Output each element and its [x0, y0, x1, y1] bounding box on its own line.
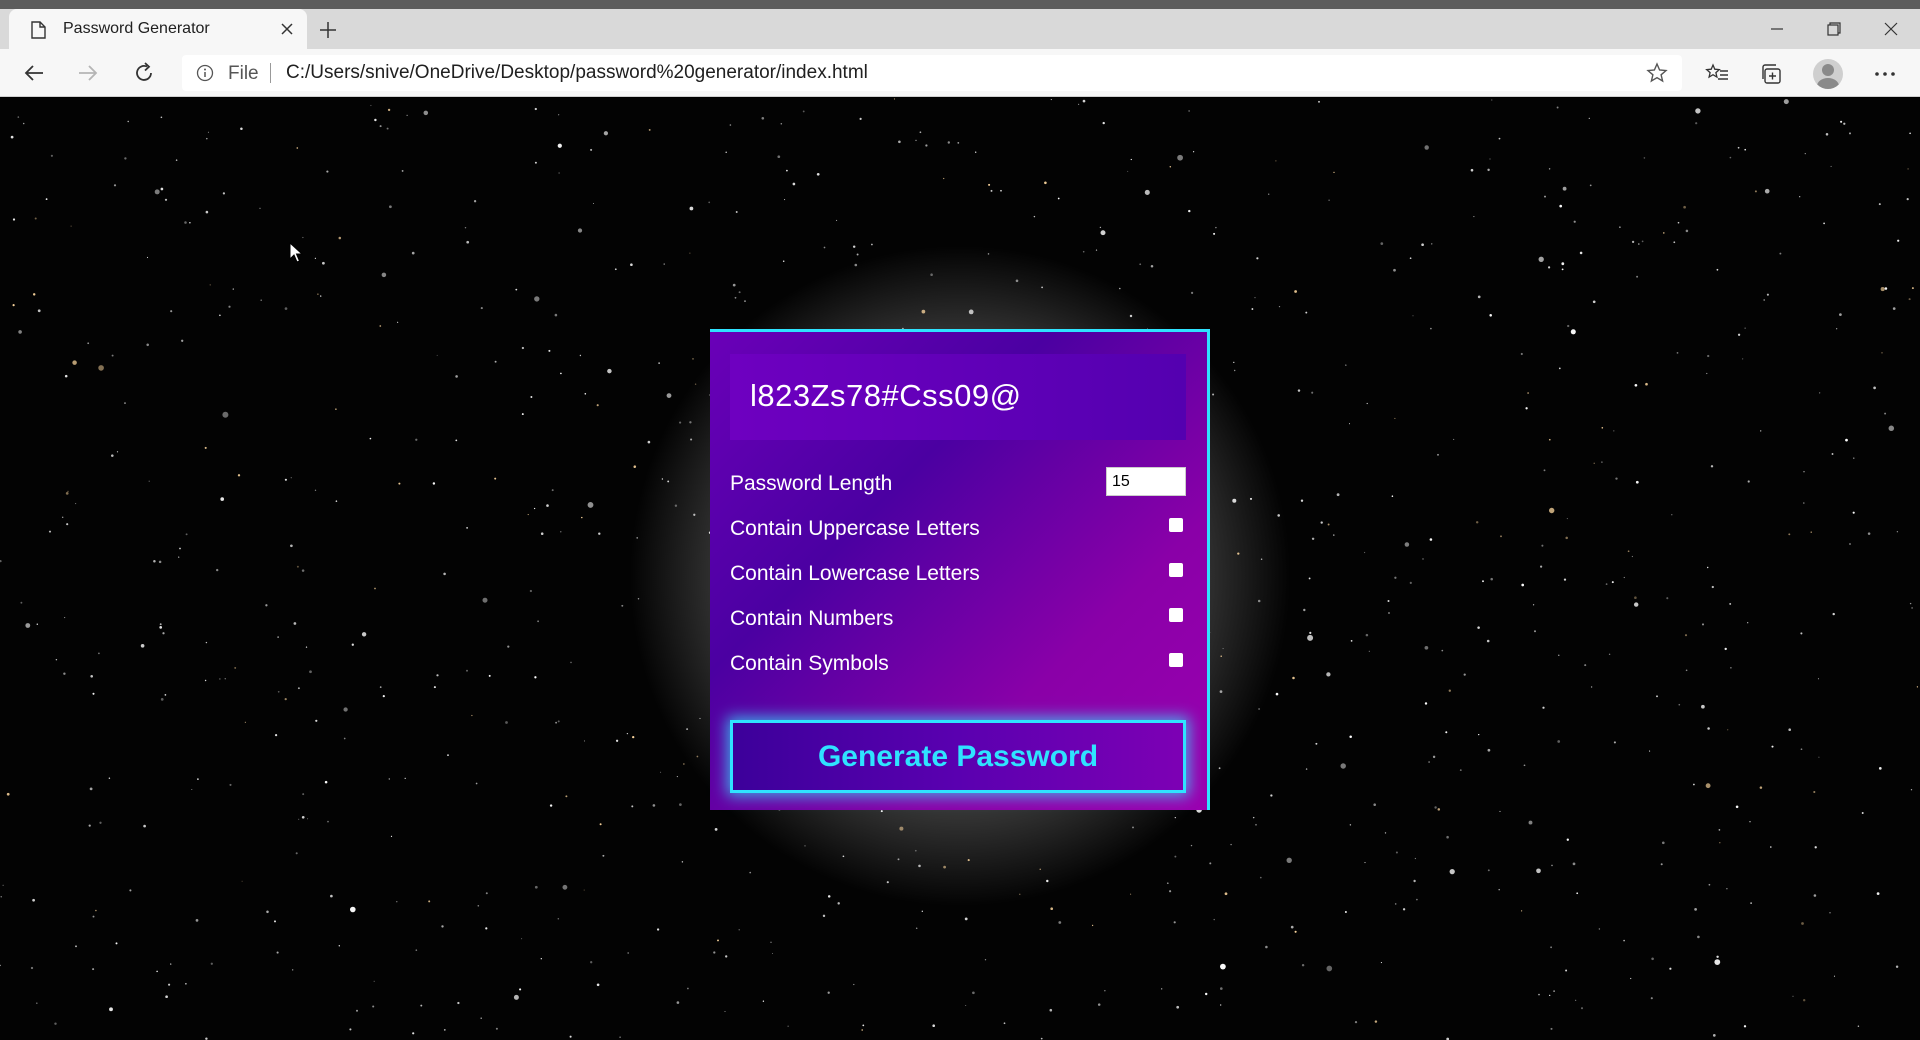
back-arrow-icon[interactable] [18, 57, 50, 89]
generated-password[interactable]: l823Zs78#Css09@ [750, 378, 1022, 414]
symbols-checkbox[interactable] [1169, 653, 1183, 667]
restore-icon[interactable] [1806, 9, 1862, 49]
option-password-length: Password Length [730, 466, 1186, 500]
url-text[interactable]: C:/Users/snive/OneDrive/Desktop/password… [286, 62, 868, 84]
url-separator [270, 63, 271, 83]
option-symbols: Contain Symbols [730, 646, 1186, 680]
window-top-strip [0, 0, 1920, 9]
mouse-cursor-icon [289, 241, 304, 264]
tab-title: Password Generator [63, 20, 210, 37]
url-scheme: File [228, 63, 259, 84]
numbers-label: Contain Numbers [730, 607, 894, 630]
generate-password-label: Generate Password [817, 739, 1099, 773]
collections-icon[interactable] [1757, 59, 1787, 89]
password-display: l823Zs78#Css09@ [730, 354, 1186, 440]
avatar-body [1817, 78, 1839, 89]
star-icon[interactable] [1646, 62, 1668, 84]
more-icon[interactable] [1870, 59, 1900, 89]
url-bar[interactable]: File C:/Users/snive/OneDrive/Desktop/pas… [182, 55, 1682, 91]
uppercase-label: Contain Uppercase Letters [730, 517, 980, 540]
symbols-label: Contain Symbols [730, 652, 889, 675]
option-lowercase: Contain Lowercase Letters [730, 556, 1186, 590]
numbers-checkbox[interactable] [1169, 608, 1183, 622]
lowercase-label: Contain Lowercase Letters [730, 562, 980, 585]
close-icon[interactable] [277, 19, 297, 39]
page-icon [31, 21, 46, 39]
minimize-icon[interactable] [1749, 9, 1805, 49]
option-uppercase: Contain Uppercase Letters [730, 511, 1186, 545]
option-numbers: Contain Numbers [730, 601, 1186, 635]
password-length-label: Password Length [730, 472, 893, 495]
favorites-icon[interactable] [1702, 59, 1732, 89]
address-bar: File C:/Users/snive/OneDrive/Desktop/pas… [0, 49, 1920, 97]
password-length-input[interactable] [1106, 467, 1186, 496]
password-generator-card: l823Zs78#Css09@ Password Length Contain … [710, 329, 1210, 810]
page-viewport: l823Zs78#Css09@ Password Length Contain … [0, 98, 1920, 1040]
profile-avatar[interactable] [1813, 59, 1843, 89]
uppercase-checkbox[interactable] [1169, 518, 1183, 532]
lowercase-checkbox[interactable] [1169, 563, 1183, 577]
info-icon[interactable] [196, 64, 214, 82]
reload-icon[interactable] [128, 57, 160, 89]
tab-password-generator[interactable]: Password Generator [9, 9, 307, 49]
generate-password-button[interactable]: Generate Password [730, 720, 1186, 793]
tab-bar: Password Generator [0, 9, 1920, 49]
forward-arrow-icon[interactable] [72, 57, 104, 89]
avatar-head [1822, 64, 1834, 76]
plus-icon[interactable] [316, 18, 340, 42]
window-close-icon[interactable] [1863, 9, 1919, 49]
